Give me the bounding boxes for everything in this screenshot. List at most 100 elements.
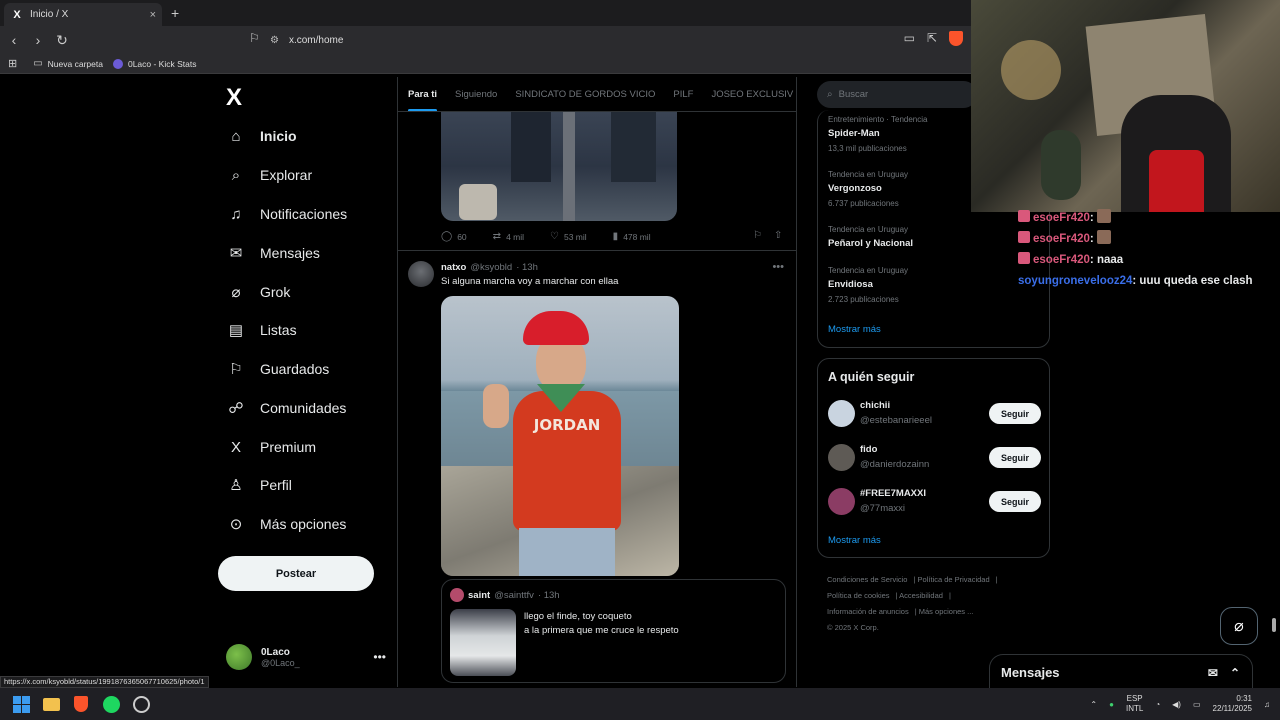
tweet-author-handle[interactable]: @ksyobld (470, 262, 512, 273)
cast-icon[interactable]: ▭ (904, 31, 915, 46)
chat-text: uuu queda ese clash (1136, 275, 1253, 287)
start-button[interactable] (12, 695, 30, 713)
nav-item-listas[interactable]: ▤ Listas (226, 320, 297, 340)
nav-item-inicio[interactable]: ⌂ Inicio (226, 126, 296, 146)
grok-floating-button[interactable]: ⌀ (1220, 607, 1258, 645)
footer-link[interactable]: Accesibilidad (899, 591, 943, 600)
trend-item[interactable]: Entretenimiento · Tendencia Spider-Man 1… (828, 115, 927, 153)
nav-item-mas-opciones[interactable]: ⊙ Más opciones (226, 514, 347, 534)
tray-chevron-icon[interactable]: ⌃ (1090, 700, 1097, 709)
search-input[interactable]: ⌕ Buscar (817, 81, 977, 108)
browser-tab[interactable]: X Inicio / X × (4, 3, 162, 26)
notification-bell-icon[interactable]: ♫ (1264, 700, 1270, 709)
footer-link[interactable]: Política de cookies (827, 591, 890, 600)
forward-icon[interactable]: › (28, 32, 48, 48)
like-button[interactable]: ♡ 53 mil (550, 231, 587, 242)
brave-taskbar-button[interactable] (72, 695, 90, 713)
nav-item-mensajes[interactable]: ✉ Mensajes (226, 243, 320, 263)
follow-button[interactable]: Seguir (989, 491, 1041, 512)
nav-item-grok[interactable]: ⌀ Grok (226, 282, 290, 302)
reload-icon[interactable]: ↻ (52, 32, 72, 49)
follow-button[interactable]: Seguir (989, 403, 1041, 424)
nav-item-perfil[interactable]: ♙ Perfil (226, 475, 292, 495)
battery-icon[interactable]: ▭ (1193, 700, 1201, 709)
file-explorer-button[interactable] (42, 695, 60, 713)
footer-link[interactable]: Más opciones ... (919, 607, 974, 616)
quoted-tweet[interactable]: saint @sainttfv · 13h llego el finde, to… (441, 579, 786, 683)
chat-message: esoeFr420: (1018, 229, 1280, 250)
suggestion-handle: @danierdozainn (860, 459, 930, 470)
scrollbar[interactable] (1272, 618, 1276, 632)
new-message-icon[interactable]: ✉ (1208, 666, 1218, 680)
bookmark-page-icon[interactable]: ⚐ (249, 31, 260, 45)
nav-item-premium[interactable]: X Premium (226, 437, 316, 457)
avatar (450, 588, 464, 602)
bookmark-label: 0Laco - Kick Stats (127, 58, 197, 69)
apps-grid-icon[interactable]: ⊞ (8, 57, 17, 70)
show-more-trends-link[interactable]: Mostrar más (828, 324, 881, 335)
volume-icon[interactable]: ◀) (1172, 700, 1181, 709)
views-button[interactable]: ▮ 478 mil (613, 231, 651, 242)
x-logo-icon[interactable]: X (226, 84, 242, 112)
share-icon[interactable]: ⇱ (927, 31, 937, 46)
trend-item[interactable]: Tendencia en Uruguay Peñarol y Nacional (828, 225, 913, 249)
tweet-author-name[interactable]: natxo (441, 262, 466, 273)
post-button[interactable]: Postear (218, 556, 374, 591)
more-dots-icon[interactable]: ••• (772, 261, 784, 273)
chat-badge-icon (1018, 231, 1030, 243)
mic-icon[interactable]: ● (1109, 700, 1114, 709)
wifi-icon[interactable]: ◔ (1155, 700, 1160, 709)
tab-list-joseo[interactable]: JOSEO EXCLUSIV (711, 89, 793, 100)
show-more-suggestions-link[interactable]: Mostrar más (828, 535, 881, 546)
new-tab-button[interactable]: + (171, 5, 179, 21)
system-tray: ⌃ ● ESP INTL ◔ ◀) ▭ 0:31 22/11/2025 ♫ (1090, 688, 1270, 720)
repost-button[interactable]: ⇄ 4 mil (493, 231, 524, 242)
bookmark-kick-stats[interactable]: 0Laco - Kick Stats (112, 58, 197, 69)
tweet-time[interactable]: · 13h (516, 262, 538, 273)
tab-list-pilf[interactable]: PILF (673, 89, 693, 100)
nav-item-guardados[interactable]: ⚐ Guardados (226, 359, 329, 379)
obs-taskbar-button[interactable] (132, 695, 150, 713)
footer-link[interactable]: Información de anuncios (827, 607, 909, 616)
footer-link[interactable]: Política de Privacidad (918, 575, 990, 584)
communities-icon: ☍ (228, 400, 244, 417)
brave-shield-icon[interactable] (949, 31, 963, 46)
language-indicator[interactable]: ESP INTL (1126, 694, 1143, 714)
bookmark-icon[interactable]: ⚐ (753, 230, 762, 241)
photo-shape (483, 384, 509, 428)
nav-item-explorar[interactable]: ⌕ Explorar (226, 165, 312, 185)
avatar[interactable] (408, 261, 434, 287)
nav-item-comunidades[interactable]: ☍ Comunidades (226, 398, 346, 418)
messages-dock[interactable]: Mensajes ✉ ⌃ (989, 654, 1253, 690)
follow-suggestion[interactable]: chichii @estebanarieeel Seguir (828, 398, 1041, 430)
windows-logo-icon (12, 695, 30, 713)
tab-close-icon[interactable]: × (150, 9, 156, 21)
tab-list-sindicato[interactable]: SINDICATO DE GORDOS VICIO (515, 89, 655, 100)
bookmark-folder[interactable]: ▭ Nueva carpeta (33, 58, 103, 69)
follow-suggestion[interactable]: #FREE7MAXXI @77maxxi Seguir (828, 486, 1041, 518)
more-dots-icon[interactable]: ••• (373, 650, 386, 664)
previous-tweet-media[interactable] (441, 112, 677, 221)
trend-item[interactable]: Tendencia en Uruguay Vergonzoso 6.737 pu… (828, 170, 908, 208)
tweet-photo[interactable]: JORDAN (441, 296, 679, 576)
clock[interactable]: 0:31 22/11/2025 (1213, 694, 1252, 714)
follow-button[interactable]: Seguir (989, 447, 1041, 468)
tab-siguiendo[interactable]: Siguiendo (455, 89, 497, 100)
expand-chevron-icon[interactable]: ⌃ (1230, 666, 1240, 680)
lang-layout: INTL (1125, 704, 1144, 713)
account-switcher[interactable]: 0Laco @0Laco_ ••• (226, 644, 386, 670)
address-bar[interactable]: ⚙ x.com/home (270, 29, 960, 51)
site-info-icon[interactable]: ⚙ (270, 35, 279, 46)
trend-item[interactable]: Tendencia en Uruguay Envidiosa 2.723 pub… (828, 266, 908, 304)
nav-item-notificaciones[interactable]: ♫ Notificaciones (226, 204, 347, 224)
back-icon[interactable]: ‹ (4, 32, 24, 48)
x-favicon-icon: X (13, 8, 21, 21)
profile-icon: ♙ (229, 477, 243, 494)
media-shape (459, 184, 497, 220)
spotify-taskbar-button[interactable] (102, 695, 120, 713)
share-icon[interactable]: ⇧ (774, 230, 782, 241)
tab-para-ti[interactable]: Para ti (408, 89, 438, 111)
footer-link[interactable]: Condiciones de Servicio (827, 575, 907, 584)
follow-suggestion[interactable]: fido @danierdozainn Seguir (828, 442, 1041, 474)
reply-button[interactable]: ◯ 60 (441, 231, 467, 242)
